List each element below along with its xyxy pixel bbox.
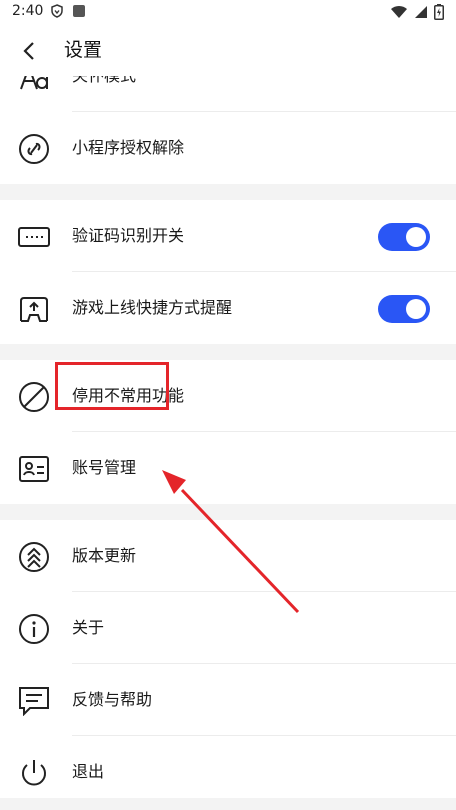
annotation-arrow — [162, 470, 300, 614]
